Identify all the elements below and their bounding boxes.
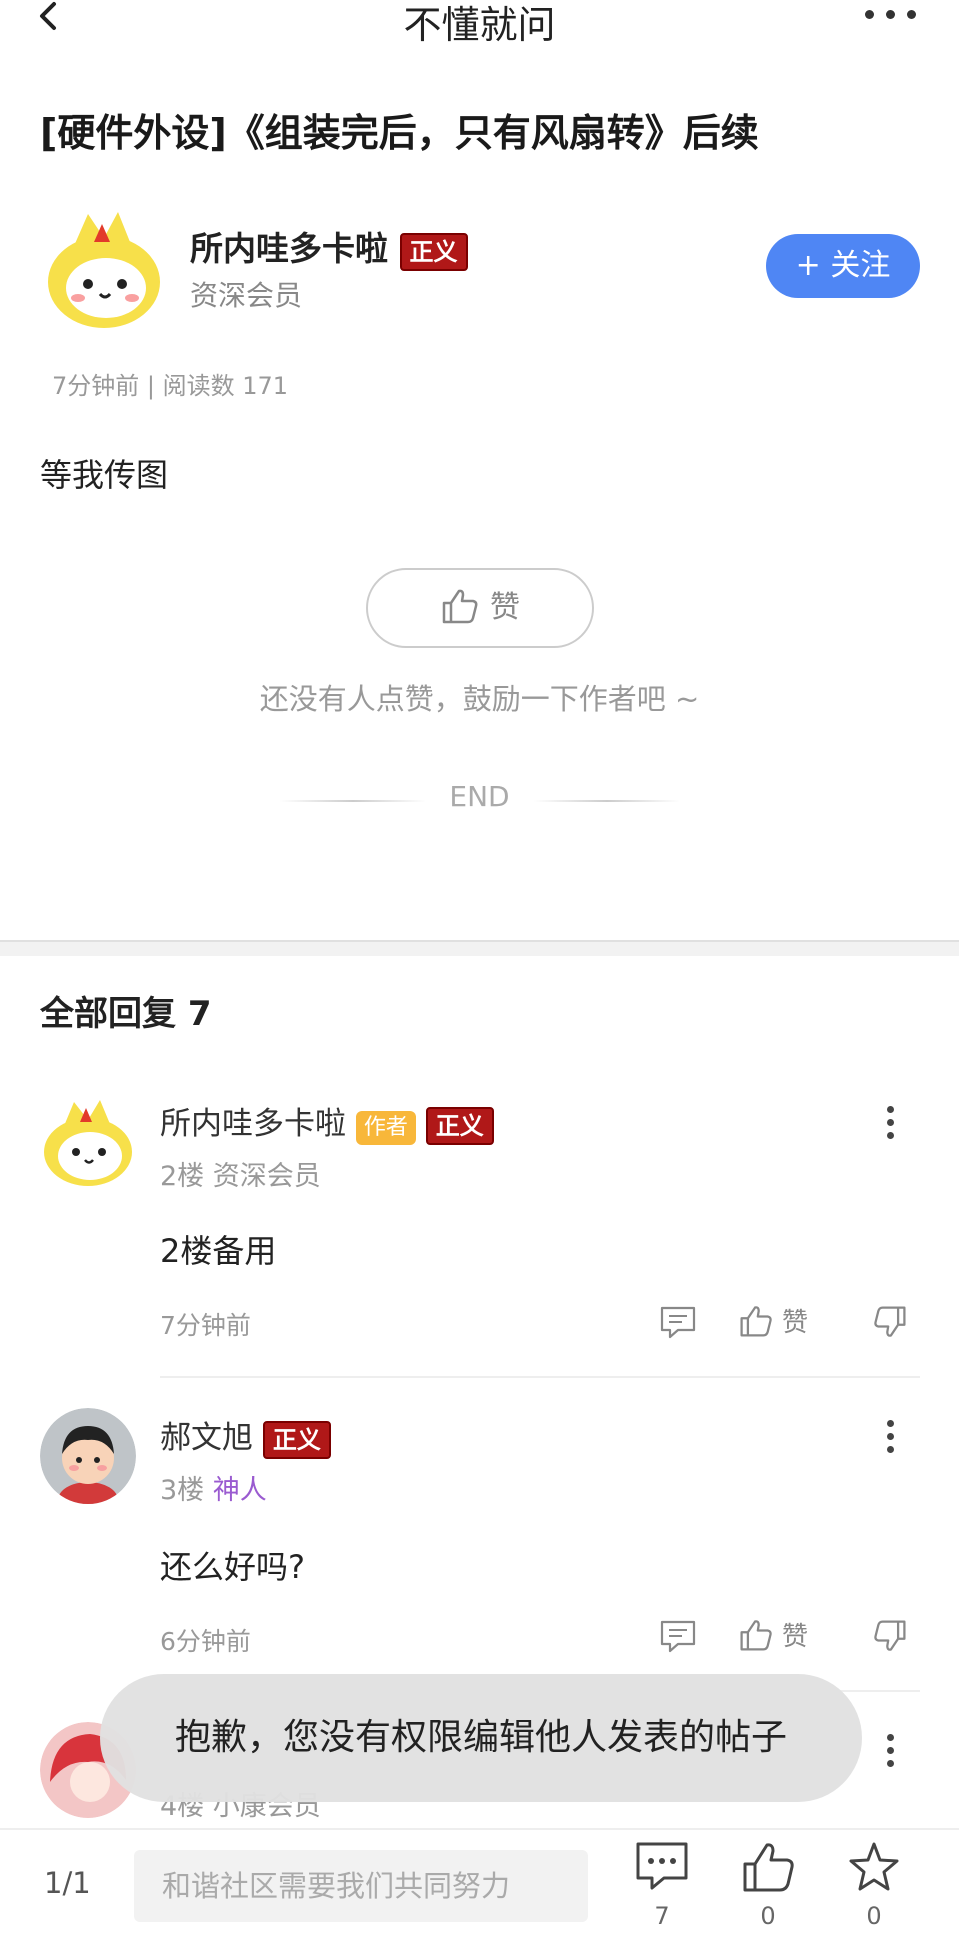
reply-author-text: 所内哇多卡啦 bbox=[160, 1106, 346, 1142]
reply-text: 还么好吗? bbox=[160, 1548, 305, 1586]
star-icon[interactable] bbox=[846, 1840, 902, 1896]
page-indicator[interactable]: 1/1 bbox=[44, 1866, 91, 1900]
thumbs-up-icon bbox=[740, 1306, 772, 1337]
reply-floor-level: 2楼 资深会员 bbox=[160, 1154, 321, 1193]
reply-menu-icon[interactable] bbox=[884, 1420, 896, 1460]
reply-floor-level: 3楼 神人 bbox=[160, 1468, 267, 1507]
reply-comment-icon[interactable] bbox=[660, 1620, 696, 1654]
justice-badge: 正义 bbox=[399, 233, 468, 271]
post-title: [硬件外设]《组装完后，只有风扇转》后续 bbox=[40, 111, 759, 155]
reply-divider bbox=[160, 1376, 920, 1378]
post-meta: 7分钟前 | 阅读数 171 bbox=[52, 372, 289, 400]
reply-text: 2楼备用 bbox=[160, 1232, 277, 1270]
reply-level: 资深会员 bbox=[212, 1161, 321, 1192]
author-level: 资深会员 bbox=[190, 279, 303, 312]
replies-header: 全部回复 7 bbox=[40, 994, 212, 1034]
justice-badge: 正义 bbox=[425, 1107, 494, 1145]
page-title: 不懂就问 bbox=[403, 3, 556, 47]
post-content: 等我传图 bbox=[40, 456, 169, 494]
comment-input[interactable]: 和谐社区需要我们共同努力 bbox=[134, 1850, 588, 1922]
reply-floor: 3楼 bbox=[160, 1475, 205, 1506]
reply-menu-icon[interactable] bbox=[884, 1106, 896, 1146]
reply-comment-icon[interactable] bbox=[660, 1306, 696, 1340]
author-tag: 作者 bbox=[355, 1111, 416, 1145]
follow-button[interactable]: + 关注 bbox=[766, 234, 920, 298]
toast-message: 抱歉，您没有权限编辑他人发表的帖子 bbox=[100, 1674, 862, 1802]
justice-badge: 正义 bbox=[262, 1421, 331, 1459]
reply-like-label: 赞 bbox=[782, 1308, 809, 1338]
reply-time: 7分钟前 bbox=[160, 1311, 251, 1340]
reply-like-label: 赞 bbox=[782, 1622, 809, 1652]
like-label: 赞 bbox=[490, 590, 520, 625]
reply-level: 神人 bbox=[212, 1475, 267, 1506]
reply-floor: 2楼 bbox=[160, 1161, 205, 1192]
reply-author-text: 郝文旭 bbox=[160, 1420, 253, 1456]
thumbs-up-icon[interactable] bbox=[740, 1840, 796, 1896]
more-options-icon[interactable] bbox=[865, 4, 935, 28]
like-button[interactable]: 赞 bbox=[366, 568, 594, 648]
reply-menu-icon[interactable] bbox=[884, 1734, 896, 1774]
reply-avatar[interactable] bbox=[40, 1408, 136, 1504]
thumbs-down-icon[interactable] bbox=[872, 1304, 908, 1340]
reply-like-button[interactable]: 赞 bbox=[738, 1302, 808, 1339]
comments-count: 7 bbox=[654, 1902, 670, 1930]
author-name-text: 所内哇多卡啦 bbox=[190, 229, 388, 268]
favorites-count: 0 bbox=[866, 1902, 882, 1930]
reply-avatar[interactable] bbox=[40, 1092, 136, 1188]
reply-author-name[interactable]: 郝文旭 正义 bbox=[160, 1412, 331, 1459]
thumbs-up-icon bbox=[740, 1620, 772, 1651]
reply-author-name[interactable]: 所内哇多卡啦 作者 正义 bbox=[160, 1098, 494, 1145]
reply-like-button[interactable]: 赞 bbox=[738, 1616, 808, 1653]
likes-count: 0 bbox=[760, 1902, 776, 1930]
thumbs-up-icon bbox=[442, 589, 478, 624]
end-divider-right bbox=[534, 800, 680, 802]
author-name[interactable]: 所内哇多卡啦 正义 bbox=[190, 222, 468, 271]
author-avatar[interactable] bbox=[44, 202, 164, 330]
comments-icon[interactable] bbox=[634, 1840, 690, 1896]
like-hint: 还没有人点赞，鼓励一下作者吧 ~ bbox=[259, 682, 700, 716]
thumbs-down-icon[interactable] bbox=[872, 1618, 908, 1654]
reply-time: 6分钟前 bbox=[160, 1627, 251, 1656]
section-separator bbox=[0, 940, 959, 956]
end-label: END bbox=[449, 780, 510, 813]
